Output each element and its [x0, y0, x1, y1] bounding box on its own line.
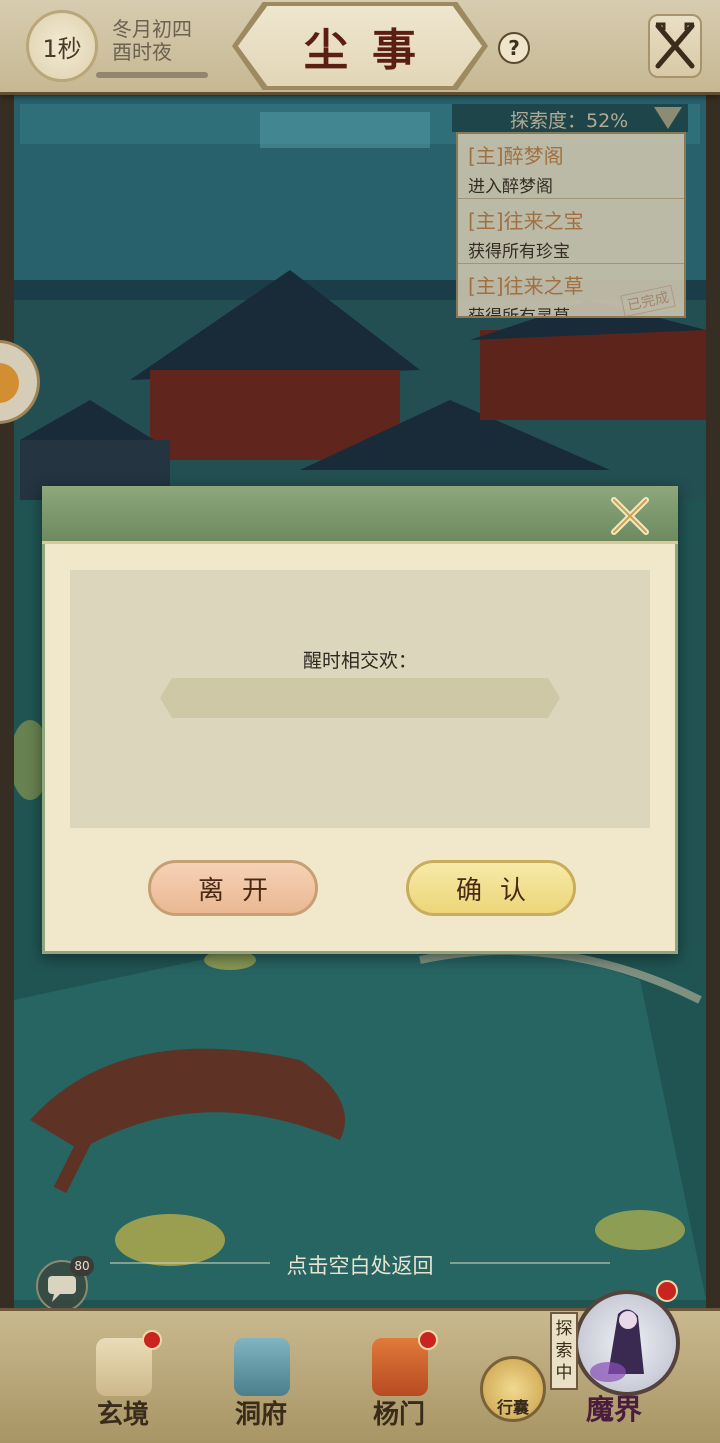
title-plate: 尘事 [238, 6, 482, 86]
top-close-button[interactable] [648, 14, 702, 78]
game-date: 冬月初四 酉时夜 [112, 18, 192, 64]
dialog-close-button[interactable] [606, 494, 654, 538]
nav-item-dongfu[interactable]: 洞府 [216, 1330, 306, 1430]
riddle-prompt: 醒时相交欢： [302, 650, 417, 672]
confirm-button[interactable]: 确认 [406, 860, 576, 916]
chat-unread-badge: 80 [70, 1256, 94, 1276]
time-progress-bar [96, 72, 208, 78]
tap-to-return-text: 点击空白处返回 [286, 1254, 434, 1278]
date-line-2: 酉时夜 [112, 40, 172, 64]
timer-text: 1秒 [42, 34, 82, 63]
tap-to-return-hint: 点击空白处返回 [0, 1250, 720, 1280]
exploring-status-tag: 探索中 [550, 1312, 578, 1390]
nav-label: 玄境 [96, 1400, 149, 1430]
dialog-header [42, 486, 678, 544]
demon-realm-button[interactable] [574, 1290, 680, 1396]
help-button[interactable]: ? [498, 32, 530, 64]
crossed-swords-icon [655, 22, 695, 69]
nav-item-xuanjing[interactable]: 玄境 [78, 1330, 168, 1430]
leave-button-label: 离开 [197, 875, 286, 906]
nav-label: 洞府 [234, 1400, 287, 1430]
top-bar: 1秒 冬月初四 酉时夜 尘事 ? [0, 0, 720, 95]
pavilion-icon [234, 1338, 290, 1396]
leave-button[interactable]: 离开 [148, 860, 318, 916]
confirm-button-label: 确认 [455, 875, 544, 906]
demon-realm-label: 魔界 [586, 1393, 643, 1426]
notification-dot [656, 1280, 678, 1302]
page-title: 尘事 [304, 25, 440, 76]
bag-label: 行囊 [496, 1398, 529, 1417]
notification-dot [418, 1330, 438, 1350]
answer-input[interactable] [160, 678, 560, 718]
date-line-1: 冬月初四 [112, 17, 192, 41]
help-icon: ? [508, 36, 520, 60]
demon-character-portrait [590, 1309, 644, 1382]
nav-label: 杨门 [372, 1400, 425, 1430]
game-time-badge: 1秒 [26, 10, 98, 82]
nav-item-yangmen[interactable]: 杨门 [354, 1330, 444, 1430]
notification-dot [142, 1330, 162, 1350]
close-icon [611, 497, 649, 535]
